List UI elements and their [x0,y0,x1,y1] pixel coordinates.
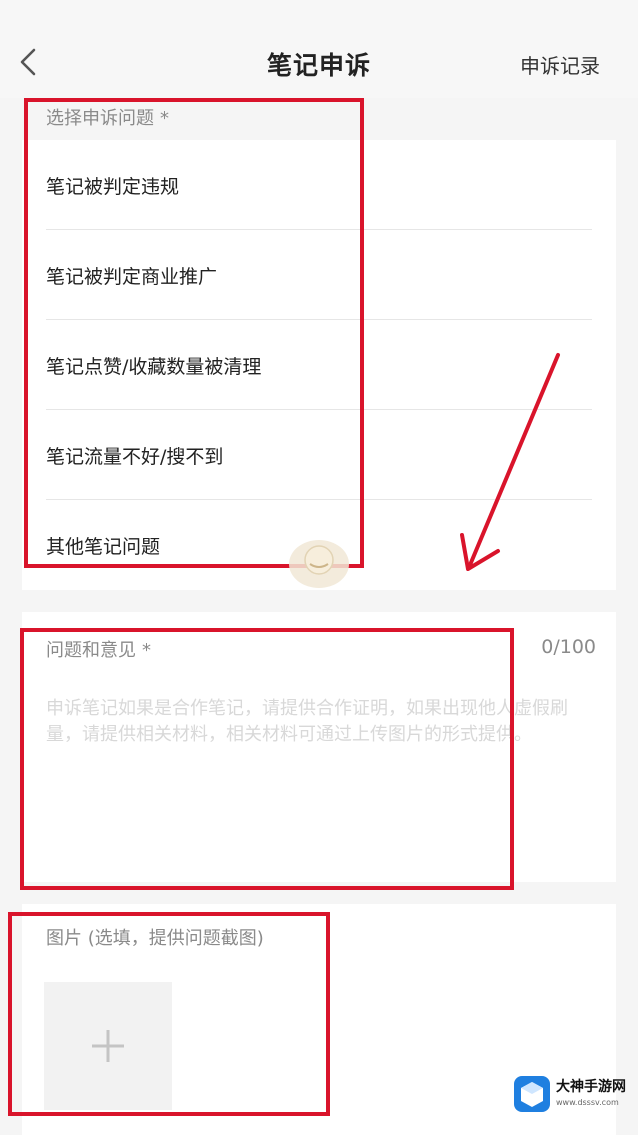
site-logo: 大神手游网 www.dsssv.com [512,1072,632,1116]
issue-option-label: 其他笔记问题 [46,535,161,558]
issue-option-commercial[interactable]: 笔记被判定商业推广 [46,230,592,320]
issue-label-text: 选择申诉问题 [46,108,154,129]
required-mark: * [160,108,169,129]
appeal-page: 笔记申诉 申诉记录 选择申诉问题 * 笔记被判定违规 笔记被判定商业推广 笔记点赞… [0,0,638,1135]
site-name: 大神手游网 [556,1079,626,1095]
appeal-records-link[interactable]: 申诉记录 [520,50,600,79]
image-section-label: 图片 (选填，提供问题截图) [46,928,264,949]
watermark-icon [289,540,349,588]
issue-option-violation[interactable]: 笔记被判定违规 [46,140,592,230]
arrow-annotation [460,353,560,571]
plus-icon [92,1030,124,1062]
issue-option-label: 笔记点赞/收藏数量被清理 [46,355,262,378]
required-mark: * [142,640,151,661]
issue-option-label: 笔记流量不好/搜不到 [46,445,224,468]
feedback-textarea[interactable] [46,696,586,866]
feedback-label-text: 问题和意见 [46,640,136,661]
site-logo-icon [514,1076,550,1112]
issue-section-label: 选择申诉问题 * [46,104,169,130]
site-url: www.dsssv.com [556,1098,619,1107]
issue-option-label: 笔记被判定违规 [46,175,180,198]
feedback-section-label: 问题和意见 * [46,636,151,662]
char-counter: 0/100 [541,636,596,658]
issue-option-label: 笔记被判定商业推广 [46,265,218,288]
add-image-button[interactable] [44,982,172,1110]
top-bar: 笔记申诉 申诉记录 [0,0,638,98]
